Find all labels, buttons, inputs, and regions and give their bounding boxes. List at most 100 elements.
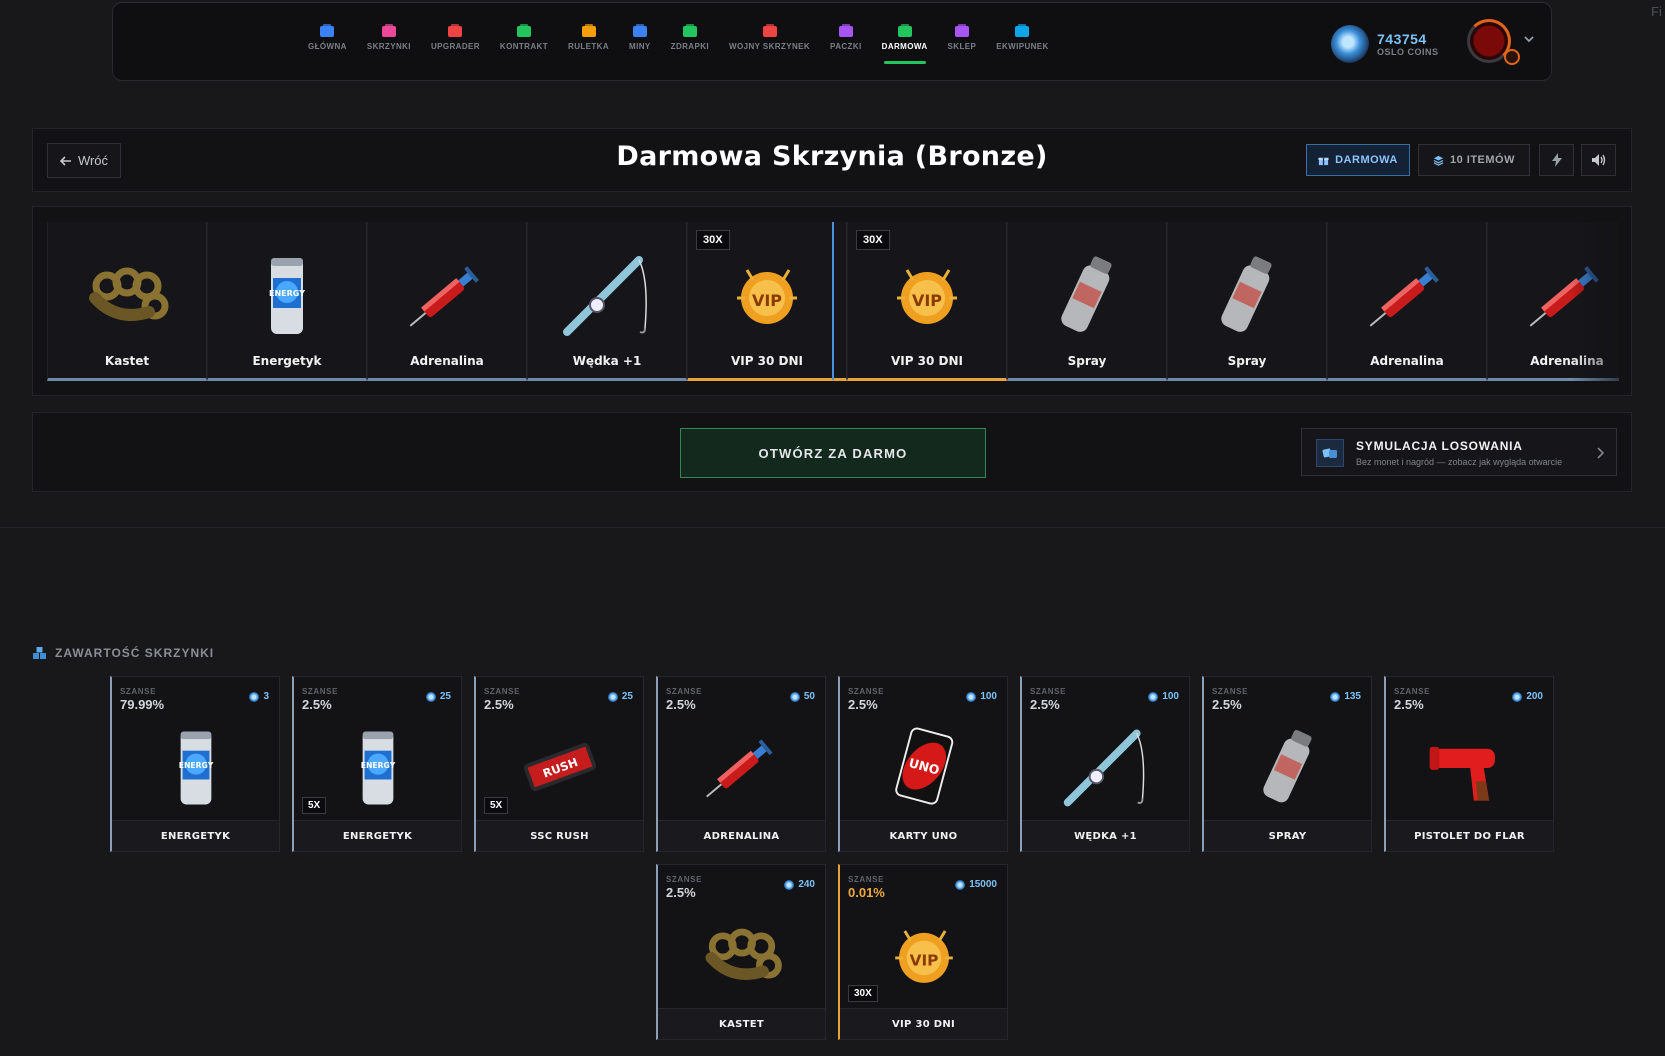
reel-item-name: Adrenalina [1370,354,1444,368]
content-item-card[interactable]: SZANSE 0.01% 15000 VIP 30X VIP 30 DNI [838,864,1008,1040]
item-name: ENERGETYK [112,820,279,851]
flaregun-icon [1422,723,1518,811]
chevron-down-icon[interactable] [1523,33,1535,45]
svg-text:VIP: VIP [912,291,942,310]
content-item-card[interactable]: SZANSE 79.99% 3 ENERGY ENERGETYK [110,676,280,852]
coin-label: OSLO COINS [1377,47,1439,57]
chance-value: 2.5% [1394,697,1424,712]
content-item-card[interactable]: SZANSE 2.5% 240 KASTET [656,864,826,1040]
coin-icon [955,879,966,890]
item-name: VIP 30 DNI [840,1008,1007,1039]
nav-item-wojny-skrzynek[interactable]: WOJNY SKRZYNEK [719,23,820,73]
svg-text:ENERGY: ENERGY [269,289,305,298]
nav-label: EKWIPUNEK [996,42,1049,51]
nav-item-kontrakt[interactable]: KONTRAKT [490,23,558,73]
content-item-card[interactable]: SZANSE 2.5% 200 PISTOLET DO FLAR [1384,676,1554,852]
reel-item: Wędka +1 [527,222,687,381]
spray-icon [1037,250,1137,340]
document-icon [516,24,531,37]
sound-toggle-button[interactable] [1581,144,1616,176]
coin-amount: 743754 [1377,31,1427,47]
price-value: 50 [803,691,815,702]
dice-icon [1316,439,1344,467]
top-navbar: GŁÓWNA SKRZYNKI UPGRADER KONTRAKT RULETKA MIN… [112,2,1552,81]
coin-icon [1148,691,1159,702]
chance-label: SZANSE [120,687,157,696]
main-nav: GŁÓWNA SKRZYNKI UPGRADER KONTRAKT RULETKA MIN… [298,23,1059,73]
price-value: 240 [798,879,815,890]
box-icon [381,24,396,37]
chance-value: 2.5% [666,697,696,712]
nav-item-g-wna[interactable]: GŁÓWNA [298,23,357,73]
nav-item-ekwipunek[interactable]: EKWIPUNEK [986,23,1059,73]
hammer-icon [448,24,463,37]
chance-value: 2.5% [484,697,514,712]
pack-icon [838,24,853,37]
multiplier-badge: 5X [302,797,327,814]
content-item-card[interactable]: SZANSE 2.5% 135 SPRAY [1202,676,1372,852]
contents-heading: ZAWARTOŚĆ SKRZYNKI [32,646,214,660]
price-value: 25 [439,691,451,702]
simulation-button[interactable]: SYMULACJA LOSOWANIA Bez monet i nagród —… [1301,428,1617,476]
corner-label: Fi [1651,4,1662,19]
simulation-subtitle: Bez monet i nagród — zobacz jak wygląda … [1356,457,1563,467]
reel-item-name: Kastet [104,354,150,368]
nav-item-skrzynki[interactable]: SKRZYNKI [357,23,421,73]
syringe-icon [694,723,790,811]
vip-icon: VIP [877,250,977,340]
item-price: 100 [966,691,997,702]
reel-item: 30X VIP VIP 30 DNI [847,222,1007,381]
chance-label: SZANSE [848,875,885,884]
nav-label: MINY [629,42,651,51]
reel-item: 30X VIP VIP 30 DNI [687,222,847,381]
item-name: PISTOLET DO FLAR [1386,820,1553,851]
chance-label: SZANSE [666,875,703,884]
content-item-card[interactable]: SZANSE 2.5% 25 ENERGY 5X ENERGETYK [292,676,462,852]
can-icon: ENERGY [330,723,426,811]
coin-balance[interactable]: 743754 OSLO COINS [1331,25,1439,63]
chance-value: 2.5% [302,697,332,712]
nav-item-upgrader[interactable]: UPGRADER [421,23,490,73]
item-name: ADRENALINA [658,820,825,851]
chance-value: 2.5% [848,697,878,712]
gift-icon [1318,157,1329,165]
chance-value: 2.5% [1212,697,1242,712]
items-count-label: 10 ITEMÓW [1449,154,1515,166]
roulette-icon [581,24,596,37]
svg-text:VIP: VIP [752,291,782,310]
item-price: 135 [1330,691,1361,702]
coin-icon [425,691,436,702]
knuckles-icon [694,911,790,999]
chance-label: SZANSE [666,687,703,696]
price-value: 25 [621,691,633,702]
syringe-icon [1357,250,1457,340]
nav-item-darmowa[interactable]: DARMOWA [872,23,938,73]
fast-mode-button[interactable] [1539,144,1574,176]
reel-item-name: VIP 30 DNI [730,354,804,368]
free-badge-label: DARMOWA [1335,154,1398,166]
svg-text:VIP: VIP [909,952,938,970]
spray-icon [1197,250,1297,340]
chance-label: SZANSE [1394,687,1431,696]
rush-icon: RUSH [512,723,608,811]
multiplier-badge: 30X [856,230,890,250]
content-item-card[interactable]: SZANSE 2.5% 100 WĘDKA +1 [1020,676,1190,852]
nav-item-miny[interactable]: MINY [619,23,661,73]
vip-icon: VIP [876,911,972,999]
chance-value: 79.99% [120,697,165,712]
nav-item-zdrapki[interactable]: ZDRAPKI [661,23,719,73]
chance-label: SZANSE [1212,687,1249,696]
nav-item-ruletka[interactable]: RULETKA [558,23,619,73]
content-item-card[interactable]: SZANSE 2.5% 50 ADRENALINA [656,676,826,852]
reel-item-name: Adrenalina [410,354,484,368]
content-item-card[interactable]: SZANSE 2.5% 25 RUSH 5X SSC RUSH [474,676,644,852]
content-item-card[interactable]: SZANSE 2.5% 100 UNO KARTY UNO [838,676,1008,852]
open-free-button[interactable]: OTWÓRZ ZA DARMO [680,428,986,478]
coin-icon [784,879,795,890]
section-divider [0,527,1665,528]
nav-item-paczki[interactable]: PACZKI [820,23,872,73]
item-name: SSC RUSH [476,820,643,851]
nav-item-sklep[interactable]: SKLEP [938,23,987,73]
nav-label: WOJNY SKRZYNEK [729,42,811,51]
shop-icon [954,24,969,37]
